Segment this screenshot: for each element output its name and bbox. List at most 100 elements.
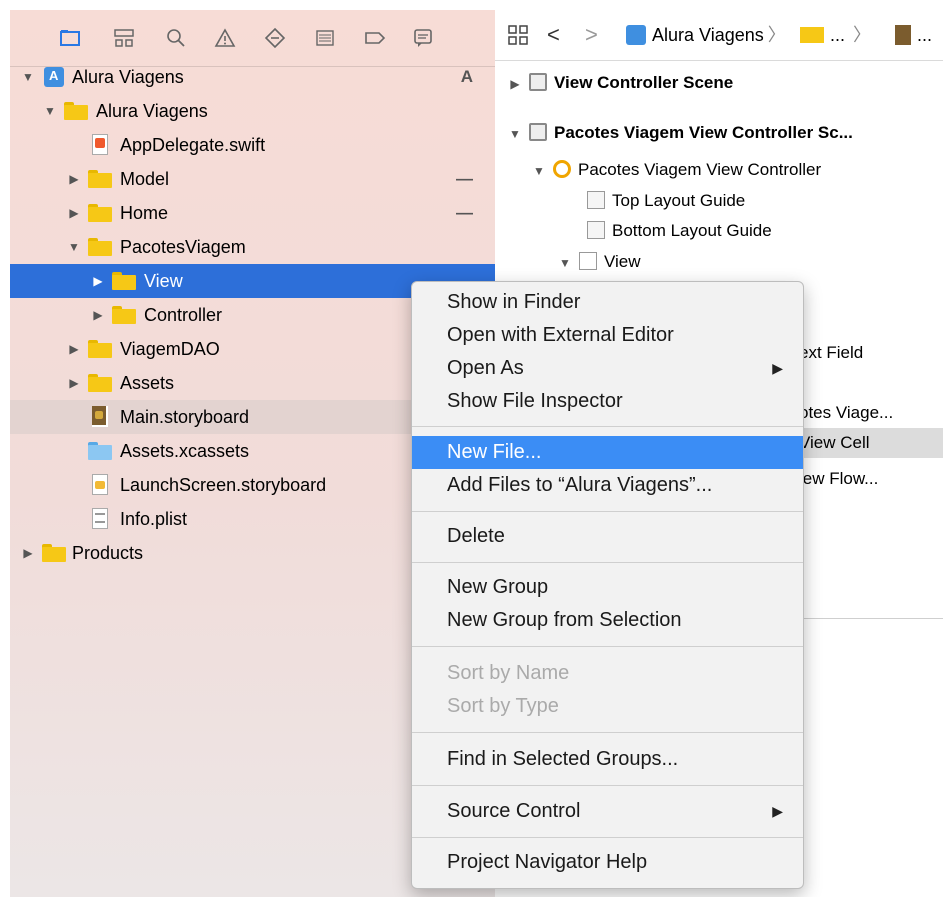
disclosure-collapsed-icon[interactable]: ▶ [90, 264, 106, 298]
disclosure-collapsed-icon[interactable]: ▶ [66, 332, 82, 366]
view-icon [579, 252, 597, 270]
outline-bottom-layout-guide[interactable]: Bottom Layout Guide [587, 216, 772, 246]
disclosure-collapsed-icon[interactable]: ▶ [90, 298, 106, 332]
outline-label: Pacotes Viagem View Controller [578, 160, 822, 179]
test-diamond-icon[interactable] [261, 24, 289, 52]
tree-row-model[interactable]: ▶ Model — [10, 162, 495, 196]
breakpoint-icon[interactable] [361, 24, 389, 52]
folder-icon [88, 339, 112, 359]
tree-row-home[interactable]: ▶ Home — [10, 196, 495, 230]
menu-item-add-files[interactable]: Add Files to “Alura Viagens”... [412, 469, 803, 502]
navigator-toolbar [10, 10, 495, 67]
menu-item-label: New Group [447, 576, 549, 598]
report-icon[interactable] [409, 24, 437, 52]
status-badge: — [456, 169, 473, 188]
warning-icon[interactable] [211, 24, 239, 52]
menu-item-open-as[interactable]: Open As ▶ [412, 352, 803, 385]
disclosure-expanded-icon[interactable]: ▼ [42, 94, 58, 128]
tree-label: Model [120, 169, 170, 189]
folder-icon [88, 373, 112, 393]
tree-label: View [144, 271, 183, 291]
tree-row-appdelegate[interactable]: AppDelegate.swift [10, 128, 495, 162]
menu-item-open-external-editor[interactable]: Open with External Editor [412, 319, 803, 352]
outline-scene-pacotes[interactable]: ▼ Pacotes Viagem View Controller Sc... [507, 118, 853, 148]
menu-item-project-navigator-help[interactable]: Project Navigator Help [412, 846, 803, 879]
menu-item-label: Sort by Type [447, 695, 559, 717]
menu-item-source-control[interactable]: Source Control ▶ [412, 795, 803, 828]
disclosure-expanded-icon[interactable]: ▼ [531, 156, 547, 186]
scene-icon [529, 123, 547, 141]
breadcrumb-label: ... [917, 25, 933, 45]
related-items-icon[interactable] [507, 10, 529, 60]
menu-item-label: New File... [447, 441, 542, 463]
folder-icon[interactable] [56, 24, 84, 52]
menu-separator [412, 562, 803, 563]
tree-label: Assets.xcassets [120, 441, 250, 461]
menu-item-new-file[interactable]: New File... [412, 436, 803, 469]
menu-item-label: Open with External Editor [447, 324, 674, 346]
menu-item-label: Add Files to “Alura Viagens”... [447, 474, 713, 496]
disclosure-expanded-icon[interactable]: ▼ [20, 60, 36, 94]
outline-text-field[interactable]: ext Field [799, 338, 863, 368]
outline-pacotes-item[interactable]: otes Viage... [799, 398, 893, 428]
context-menu: Show in Finder Open with External Editor… [411, 281, 804, 889]
menu-item-sort-by-type: Sort by Type [412, 690, 803, 723]
disclosure-collapsed-icon[interactable]: ▶ [66, 366, 82, 400]
hierarchy-icon[interactable] [110, 24, 138, 52]
tree-label: Alura Viagens [96, 101, 208, 121]
outline-flow-layout[interactable]: iew Flow... [799, 464, 878, 494]
outline-label: otes Viage... [799, 403, 894, 422]
disclosure-expanded-icon[interactable]: ▼ [557, 248, 573, 278]
disclosure-expanded-icon[interactable]: ▼ [66, 230, 82, 264]
outline-collection-cell[interactable]: View Cell [799, 428, 870, 458]
back-button[interactable]: < [547, 10, 560, 60]
menu-item-delete[interactable]: Delete [412, 520, 803, 553]
menu-item-show-in-finder[interactable]: Show in Finder [412, 286, 803, 319]
jump-bar: < > Alura Viagens 〉 ... 〉 ... [495, 10, 943, 61]
menu-item-label: Source Control [447, 800, 581, 822]
menu-item-new-group-from-selection[interactable]: New Group from Selection [412, 604, 803, 637]
tree-row-group-alura-viagens[interactable]: ▼ Alura Viagens [10, 94, 495, 128]
disclosure-collapsed-icon[interactable]: ▶ [66, 196, 82, 230]
layout-guide-icon [587, 191, 605, 209]
tree-label: Alura Viagens [72, 67, 184, 87]
breadcrumb-file[interactable]: ... [895, 10, 932, 60]
outline-top-layout-guide[interactable]: Top Layout Guide [587, 186, 745, 216]
menu-item-find-in-selected-groups[interactable]: Find in Selected Groups... [412, 743, 803, 776]
forward-button[interactable]: > [585, 10, 598, 60]
search-icon[interactable] [162, 24, 190, 52]
submenu-arrow-icon: ▶ [772, 803, 783, 819]
tree-label: Main.storyboard [120, 407, 250, 427]
folder-icon [64, 101, 88, 121]
menu-item-label: Show in Finder [447, 291, 581, 313]
menu-item-show-file-inspector[interactable]: Show File Inspector [412, 385, 803, 418]
submenu-arrow-icon: ▶ [772, 360, 783, 376]
disclosure-collapsed-icon[interactable]: ▶ [20, 536, 36, 570]
scene-icon [529, 73, 547, 91]
tree-label: Home [120, 203, 169, 223]
menu-item-label: Open As [447, 357, 524, 379]
folder-icon [88, 203, 112, 223]
view-controller-icon [553, 160, 571, 178]
tree-label: Assets [120, 373, 175, 393]
outline-label: View Controller Scene [554, 73, 734, 92]
menu-separator [412, 732, 803, 733]
outline-scene-view-controller[interactable]: ▶ View Controller Scene [507, 68, 733, 98]
menu-item-label: Find in Selected Groups... [447, 748, 679, 770]
tree-label: PacotesViagem [120, 237, 246, 257]
menu-item-label: New Group from Selection [447, 609, 682, 631]
breadcrumb-project[interactable]: Alura Viagens 〉 [626, 10, 786, 60]
outline-view-controller[interactable]: ▼ Pacotes Viagem View Controller [531, 155, 821, 185]
outline-view[interactable]: ▼ View [557, 247, 641, 277]
tree-row-pacotesviagem[interactable]: ▼ PacotesViagem [10, 230, 495, 264]
disclosure-expanded-icon[interactable]: ▼ [507, 119, 523, 149]
menu-separator [412, 426, 803, 427]
disclosure-collapsed-icon[interactable]: ▶ [66, 162, 82, 196]
breadcrumb-group[interactable]: ... 〉 [800, 10, 871, 60]
debug-list-icon[interactable] [311, 24, 339, 52]
tree-row-project[interactable]: ▼ Alura Viagens A [10, 59, 495, 94]
folder-icon [88, 237, 112, 257]
disclosure-collapsed-icon[interactable]: ▶ [507, 69, 523, 99]
menu-separator [412, 837, 803, 838]
menu-item-new-group[interactable]: New Group [412, 571, 803, 604]
